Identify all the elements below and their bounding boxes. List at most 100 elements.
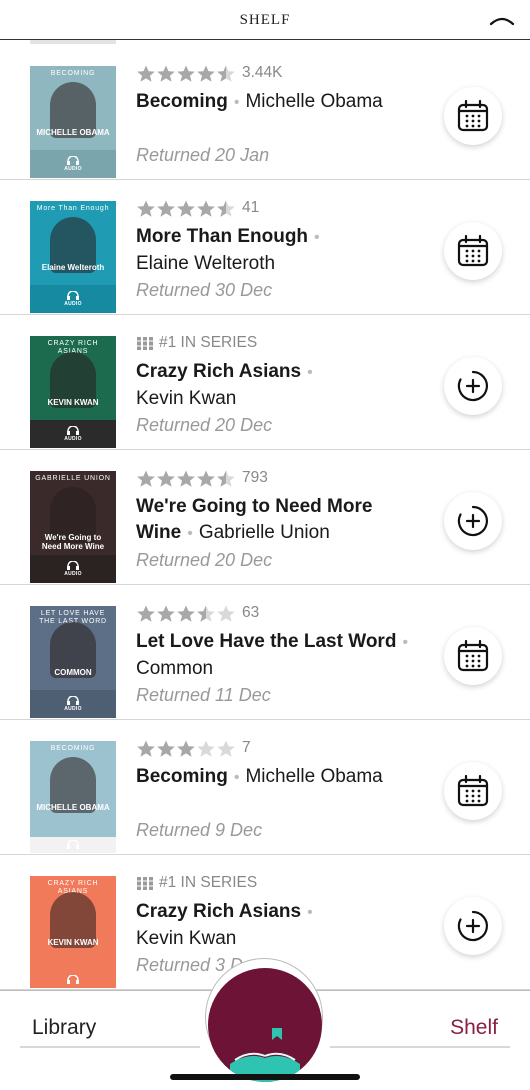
audio-band: AUDIO	[30, 150, 116, 178]
cover-author: MICHELLE OBAMA	[36, 128, 110, 137]
cover-title: More Than Enough	[36, 205, 110, 212]
rating-count: 7	[242, 739, 251, 756]
book-title: Becoming	[136, 91, 228, 112]
book-row[interactable]: BECOMING MICHELLE OBAMA 7 Becoming • Michelle…	[0, 720, 530, 855]
headphones-icon	[67, 561, 79, 570]
calendar-icon	[457, 234, 489, 267]
home-indicator	[170, 1074, 360, 1080]
book-author: Kevin Kwan	[136, 387, 237, 409]
series-label: #1 IN SERIES	[159, 874, 258, 891]
star-filled-icon	[157, 740, 175, 757]
shelf-list: BECOMING MICHELLE OBAMA AUDIO 3.44K Becoming…	[0, 45, 530, 990]
add-button[interactable]	[444, 897, 502, 955]
audio-label: AUDIO	[64, 706, 82, 712]
separator-dot: •	[233, 769, 240, 786]
calendar-button[interactable]	[444, 87, 502, 145]
series-badge: #1 IN SERIES	[136, 332, 257, 354]
calendar-button[interactable]	[444, 762, 502, 820]
book-cover[interactable]: LET LOVE HAVE THE LAST WORDCOMMONAUDIO	[30, 606, 116, 718]
calendar-icon	[457, 99, 489, 132]
add-icon	[457, 910, 488, 942]
cover-title: GABRIELLE UNION	[35, 475, 111, 482]
page-title: SHELF	[239, 12, 291, 28]
book-title-author[interactable]: Let Love Have the Last Word • Common	[136, 629, 426, 681]
star-filled-icon	[197, 470, 215, 487]
audio-band: AUDIO	[30, 690, 116, 718]
star-half-icon	[217, 470, 235, 487]
book-author: Gabrielle Union	[198, 521, 330, 543]
tab-divider	[330, 1046, 510, 1048]
star-half-icon	[217, 200, 235, 217]
book-row[interactable]: GABRIELLE UNION We're Going to Need More …	[0, 450, 530, 585]
rating: 793	[136, 467, 268, 489]
book-row[interactable]: BECOMING MICHELLE OBAMA AUDIO 3.44K Becoming…	[0, 45, 530, 180]
rating: 63	[136, 602, 259, 624]
add-button[interactable]	[444, 492, 502, 550]
rating-stars	[136, 199, 236, 218]
rating-count: 63	[242, 604, 260, 621]
star-filled-icon	[137, 740, 155, 757]
book-title-author[interactable]: Becoming • Michelle Obama	[136, 89, 426, 116]
tab-shelf[interactable]: Shelf	[450, 1016, 498, 1040]
book-cover[interactable]: CRAZY RICH ASIANSKEVIN KWANAUDIO	[30, 336, 116, 448]
add-button[interactable]	[444, 357, 502, 415]
audio-label: AUDIO	[64, 436, 82, 442]
star-filled-icon	[197, 65, 215, 82]
audio-label: AUDIO	[64, 301, 82, 307]
series-icon	[137, 877, 153, 890]
calendar-icon	[457, 639, 489, 672]
book-cover[interactable]: BECOMING MICHELLE OBAMA AUDIO	[30, 66, 116, 178]
audio-band	[30, 972, 116, 988]
calendar-button[interactable]	[444, 222, 502, 280]
star-filled-icon	[177, 740, 195, 757]
book-author: Michelle Obama	[245, 766, 383, 787]
headphones-icon	[67, 975, 79, 984]
book-row[interactable]: CRAZY RICH ASIANSKEVIN KWANAUDIO#1 IN SE…	[0, 315, 530, 450]
star-filled-icon	[177, 65, 195, 82]
rating: 7	[136, 737, 251, 759]
book-cover[interactable]: More Than Enough Elaine Welteroth AUDIO	[30, 201, 116, 313]
separator-dot: •	[187, 524, 193, 542]
cover-author: KEVIN KWAN	[47, 398, 99, 407]
audio-band: AUDIO	[30, 555, 116, 583]
rating-count: 793	[242, 469, 268, 486]
star-empty-icon	[217, 740, 235, 757]
book-cover[interactable]: BECOMING MICHELLE OBAMA	[30, 741, 116, 853]
audio-band: AUDIO	[30, 420, 116, 448]
book-cover[interactable]: CRAZY RICH ASIANSKEVIN KWAN	[30, 876, 116, 988]
book-title-author[interactable]: Becoming • Michelle Obama	[136, 764, 426, 791]
audio-band: AUDIO	[30, 285, 116, 313]
star-filled-icon	[137, 65, 155, 82]
separator-dot: •	[314, 229, 320, 246]
cover-author: MICHELLE OBAMA	[36, 803, 110, 812]
book-row[interactable]: More Than Enough Elaine Welteroth AUDIO 41 M…	[0, 180, 530, 315]
book-title-author[interactable]: We're Going to Need More Wine • Gabrielle …	[136, 494, 426, 546]
book-title-author[interactable]: Crazy Rich Asians • Kevin Kwan	[136, 359, 426, 411]
return-status: Returned 11 Dec	[136, 685, 271, 705]
return-status: Returned 20 Jan	[136, 145, 270, 165]
chevron-up-icon[interactable]	[488, 10, 516, 30]
cover-author: KEVIN KWAN	[47, 938, 99, 947]
star-filled-icon	[157, 200, 175, 217]
calendar-button[interactable]	[444, 627, 502, 685]
header: SHELF	[0, 0, 530, 40]
star-filled-icon	[197, 200, 215, 217]
book-row[interactable]: LET LOVE HAVE THE LAST WORDCOMMONAUDIO 63…	[0, 585, 530, 720]
star-filled-icon	[157, 470, 175, 487]
book-title: Crazy Rich Asians	[136, 901, 302, 922]
cover-title: BECOMING	[50, 70, 96, 77]
star-filled-icon	[157, 605, 175, 622]
return-status: Returned 20 Dec	[136, 415, 273, 435]
cover-title: BECOMING	[50, 745, 96, 752]
rating-count: 3.44K	[242, 64, 283, 81]
separator-dot: •	[307, 364, 313, 381]
book-title-author[interactable]: More Than Enough • Elaine Welteroth	[136, 224, 426, 276]
add-icon	[457, 505, 488, 537]
tab-library[interactable]: Library	[32, 1016, 96, 1040]
headphones-icon	[67, 291, 79, 300]
book-title-author[interactable]: Crazy Rich Asians • Kevin Kwan	[136, 899, 426, 951]
star-filled-icon	[157, 65, 175, 82]
home-button[interactable]	[208, 968, 322, 1082]
star-filled-icon	[177, 470, 195, 487]
book-cover[interactable]: GABRIELLE UNION We're Going to Need More …	[30, 471, 116, 583]
